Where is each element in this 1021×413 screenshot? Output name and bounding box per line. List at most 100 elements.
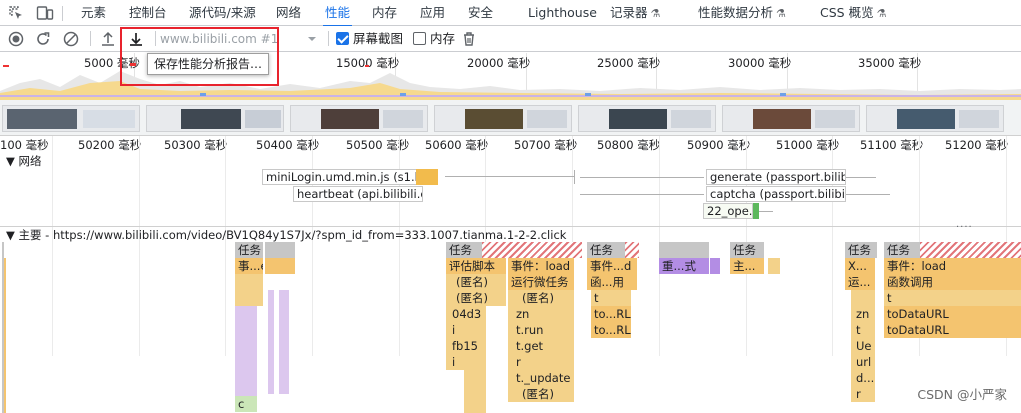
flame-call[interactable]: (匿名)	[508, 290, 574, 306]
memory-checkbox[interactable]	[413, 32, 426, 45]
flame-call[interactable]: r	[508, 354, 574, 370]
inspect-icon[interactable]	[8, 5, 24, 21]
flame-call[interactable]	[768, 258, 780, 274]
flame-call[interactable]	[279, 290, 289, 394]
screenshot-frame[interactable]	[434, 105, 572, 132]
flame-label: 事件：load	[511, 259, 571, 273]
main-thread-flame-chart[interactable]: 任务 事...e c 任务 评估脚本 事件：load (匿名) 运行微任务 (匿…	[0, 242, 1021, 413]
flame-event[interactable]: 事...e	[235, 258, 263, 274]
flame-call[interactable]	[235, 306, 257, 396]
screenshot-frame[interactable]	[722, 105, 860, 132]
tab-lighthouse[interactable]: Lighthouse	[528, 0, 597, 26]
tab-sources[interactable]: 源代码/来源	[189, 0, 256, 26]
flame-call[interactable]	[851, 290, 875, 306]
flame-call[interactable]	[235, 274, 263, 290]
flame-task[interactable]: 任务	[235, 242, 263, 258]
long-task-marker[interactable]	[625, 242, 639, 258]
network-track[interactable]: ▼ 网络 miniLogin.umd.min.js (s1.hdslb.c...…	[0, 152, 1021, 219]
flame-event-load[interactable]: 事件：load	[884, 258, 1021, 274]
tab-network[interactable]: 网络	[276, 0, 301, 26]
flame-call[interactable]: zn	[508, 306, 574, 322]
flame-function-call[interactable]: 函数调用	[884, 274, 1021, 290]
flame-call[interactable]: t.get	[508, 338, 574, 354]
dropdown-icon[interactable]	[307, 33, 317, 47]
flame-call[interactable]: c	[235, 396, 257, 412]
flame-event[interactable]: 主...	[730, 258, 764, 274]
screenshot-frame[interactable]	[290, 105, 428, 132]
tab-console[interactable]: 控制台	[129, 0, 167, 26]
flame-call[interactable]: url	[851, 354, 875, 370]
flame-call[interactable]: (匿名)	[446, 274, 506, 290]
flame-call[interactable]: t	[884, 290, 1021, 306]
flame-call[interactable]: 04d3	[446, 306, 486, 322]
flame-call[interactable]: zn	[851, 306, 875, 322]
long-task-marker[interactable]	[482, 242, 582, 258]
flame-call[interactable]: 函...用	[587, 274, 637, 290]
flame-task[interactable]: 任务	[845, 242, 877, 258]
main-thread-track-header[interactable]: ▼ 主要 - https://www.bilibili.com/video/BV…	[0, 219, 1021, 242]
flame-event[interactable]	[265, 258, 295, 274]
network-request[interactable]: 22_ope...	[703, 203, 753, 219]
tab-application[interactable]: 应用	[420, 0, 445, 26]
flame-task[interactable]: 任务	[884, 242, 920, 258]
tab-performance[interactable]: 性能	[322, 0, 353, 27]
track-resize-handle[interactable]: ....	[956, 217, 973, 233]
flame-task[interactable]	[265, 242, 295, 258]
flame-call[interactable]: to...RL	[591, 322, 631, 338]
flame-call[interactable]	[235, 290, 263, 306]
flame-event-load[interactable]: 事件：load	[508, 258, 574, 274]
screenshots-checkbox[interactable]	[336, 32, 349, 45]
flame-recalc-style[interactable]: 重...式	[659, 258, 709, 274]
flame-call[interactable]: Ue	[851, 338, 875, 354]
flame-call[interactable]	[268, 290, 274, 394]
flame-call[interactable]: d...	[851, 370, 875, 386]
flame-call[interactable]: toDataURL	[884, 322, 1021, 338]
flame-task[interactable]: 任务	[730, 242, 764, 258]
tab-performance-insights[interactable]: 性能数据分析 ⚗	[698, 0, 786, 26]
network-request[interactable]: captcha (passport.bilibili....	[706, 186, 846, 202]
flame-eval-script[interactable]: 评估脚本	[446, 258, 506, 274]
flame-call[interactable]: t	[591, 290, 631, 306]
flame-call[interactable]: (匿名)	[508, 386, 574, 402]
tab-security[interactable]: 安全	[468, 0, 493, 26]
flame-call[interactable]: t.run	[508, 322, 574, 338]
reload-icon[interactable]	[34, 30, 52, 48]
tab-css-overview[interactable]: CSS 概览 ⚗	[820, 0, 886, 26]
flame-call[interactable]	[464, 370, 486, 413]
flame-call[interactable]	[710, 258, 720, 274]
screenshot-filmstrip[interactable]	[0, 100, 1021, 136]
flame-task[interactable]: 任务	[446, 242, 482, 258]
flame-call[interactable]: i	[446, 354, 486, 370]
network-request[interactable]: generate (passport.bilibili....	[706, 169, 846, 185]
tab-memory[interactable]: 内存	[372, 0, 397, 26]
flame-event[interactable]: 事件...d	[587, 258, 637, 274]
flame-task[interactable]: 任务	[587, 242, 625, 258]
network-request[interactable]: heartbeat (api.bilibili.com)	[293, 186, 423, 202]
flame-call[interactable]: t	[851, 322, 875, 338]
flame-call[interactable]: t._update	[508, 370, 574, 386]
screenshot-frame[interactable]	[146, 105, 284, 132]
flame-call[interactable]: 运行微任务	[508, 274, 574, 290]
network-track-label[interactable]: ▼ 网络	[6, 153, 42, 169]
device-toggle-icon[interactable]	[36, 5, 54, 21]
flame-call[interactable]: (匿名)	[446, 290, 506, 306]
tab-elements[interactable]: 元素	[81, 0, 106, 26]
screenshot-frame[interactable]	[866, 105, 1004, 132]
upload-icon[interactable]	[99, 30, 117, 48]
flame-call[interactable]: r	[851, 386, 875, 402]
flame-call[interactable]: fb15	[446, 338, 486, 354]
screenshot-frame[interactable]	[578, 105, 716, 132]
tab-recorder[interactable]: 记录器 ⚗	[610, 0, 660, 26]
flame-call[interactable]: 运...	[845, 274, 875, 290]
screenshot-frame[interactable]	[2, 105, 140, 132]
trash-icon[interactable]	[460, 30, 478, 48]
network-request[interactable]: miniLogin.umd.min.js (s1.hdslb.c...	[262, 169, 438, 185]
long-task-marker[interactable]	[920, 242, 1021, 258]
record-icon[interactable]	[7, 30, 25, 48]
flame-call[interactable]: to...RL	[591, 306, 631, 322]
flame-task[interactable]	[659, 242, 709, 258]
flame-call[interactable]: toDataURL	[884, 306, 1021, 322]
clear-icon[interactable]	[62, 30, 80, 48]
flame-call[interactable]: i	[446, 322, 486, 338]
flame-event[interactable]: X...	[845, 258, 875, 274]
